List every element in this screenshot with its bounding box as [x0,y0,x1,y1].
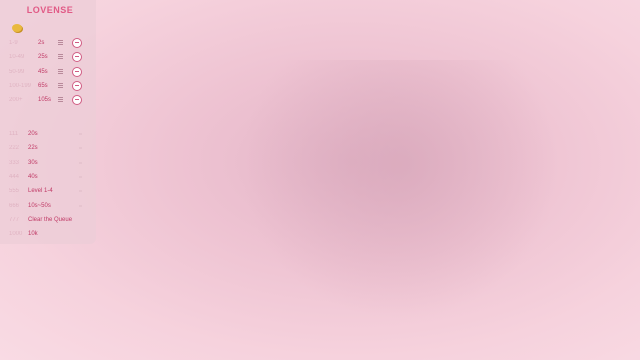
special-label: 10s~50s [28,202,51,209]
background-shading [240,60,560,320]
special-label: Level 1-4 [28,188,53,195]
intensity-bars-icon [58,40,63,46]
lovense-tip-menu-panel: LOVENSE 1-9 2s 10-49 25s 50-99 45s 100-199 65s 2… [0,0,96,244]
special-label: 30s [28,159,38,166]
level-duration: 105s [38,97,52,104]
intensity-bars-icon [58,82,63,89]
level-row[interactable]: 10-49 25s [0,51,96,63]
special-tokens: 333 [9,159,20,166]
special-command-row[interactable]: 555 Level 1-4 [0,185,96,197]
special-tokens: 666 [9,202,20,209]
vibration-wave-icon [73,53,81,62]
level-tokens: 200+ [9,97,23,104]
intensity-bars-icon [58,68,63,75]
pattern-icon [79,133,82,135]
special-command-row[interactable]: 444 40s [0,171,96,183]
pattern-icon [79,190,82,193]
special-command-row[interactable]: 222 22s [0,142,96,154]
pattern-icon [79,161,82,164]
special-label: 40s [28,173,38,180]
vibration-wave-icon [73,96,81,105]
pattern-icon [79,175,82,178]
level-row[interactable]: 1-9 2s [0,37,96,49]
special-label: 22s [28,145,38,152]
special-tokens: 444 [9,173,20,180]
special-tokens: 1000 [9,231,23,238]
intensity-bars-icon [58,54,63,60]
coin-icon [12,24,22,32]
level-row[interactable]: 200+ 105s [0,94,96,106]
pattern-icon [79,147,82,150]
level-duration: 45s [38,68,48,75]
special-label: Clear the Queue [28,216,73,223]
level-row[interactable]: 50-99 45s [0,66,96,78]
special-tokens: 777 [9,216,20,223]
vibration-wave-icon [73,67,81,76]
special-command-row[interactable]: 777 Clear the Queue [0,214,96,226]
special-tokens: 111 [9,131,19,137]
special-tokens: 222 [9,145,20,152]
level-duration: 65s [38,82,48,89]
tip-header [0,22,96,36]
special-command-row[interactable]: 333 30s [0,157,96,169]
vibration-wave-icon [73,39,81,47]
level-row[interactable]: 100-199 65s [0,80,96,92]
special-label: 10k [28,231,38,238]
level-tokens: 50-99 [9,68,25,75]
level-tokens: 100-199 [9,82,32,89]
level-tokens: 10-49 [9,54,25,61]
pattern-icon [79,204,82,207]
vibration-wave-icon [73,81,81,90]
level-duration: 2s [38,40,45,46]
level-duration: 25s [38,54,48,61]
level-tokens: 1-9 [9,40,18,46]
special-command-row[interactable]: 111 20s [0,128,96,140]
special-label: 20s [28,131,38,137]
lovense-logo: LOVENSE [26,5,74,15]
special-command-row[interactable]: 1000 10k [0,228,96,240]
special-tokens: 555 [9,188,20,195]
intensity-bars-icon [58,97,63,103]
special-command-row[interactable]: 666 10s~50s [0,200,96,212]
